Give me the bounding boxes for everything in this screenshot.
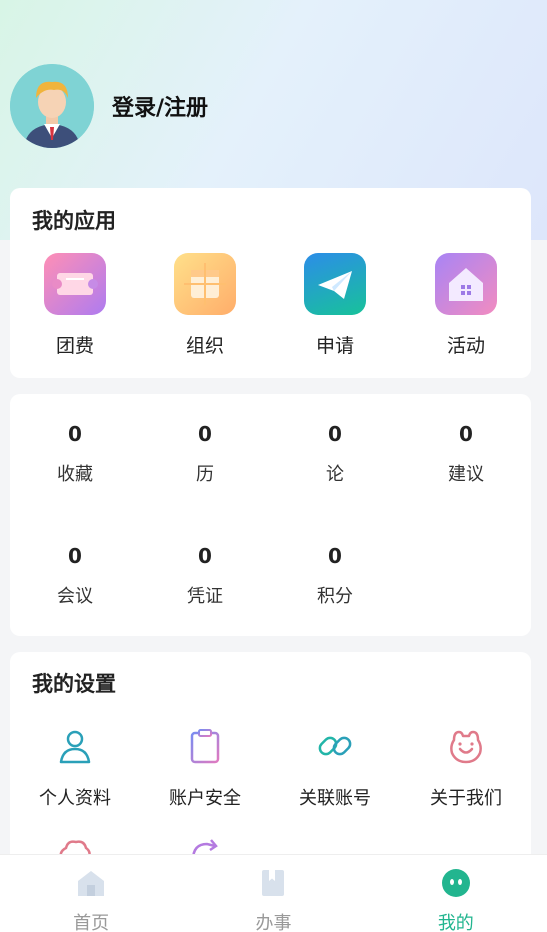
settings-label: 关于我们 xyxy=(430,788,502,809)
tab-home[interactable]: 首页 xyxy=(0,855,182,932)
bottom-tab-bar: 首页 办事 我的 xyxy=(0,854,547,932)
user-avatar-icon[interactable] xyxy=(10,64,94,148)
app-label: 团费 xyxy=(55,335,94,357)
stat-points[interactable]: 0 积分 xyxy=(270,544,400,608)
tab-label: 我的 xyxy=(437,913,474,932)
stat-label: 收藏 xyxy=(57,464,93,485)
settings-item-account-security[interactable]: 账户安全 xyxy=(140,726,270,810)
stat-label: 论 xyxy=(326,464,344,485)
stat-label: 建议 xyxy=(448,464,484,485)
stat-value: 0 xyxy=(68,422,82,446)
my-apps-card: 我的应用 团费 组织 申请 活动 xyxy=(10,188,531,378)
app-item-activity[interactable]: 活动 xyxy=(401,253,531,358)
app-label: 申请 xyxy=(315,335,354,357)
stat-history[interactable]: 0 历 xyxy=(140,422,270,486)
tab-label: 办事 xyxy=(255,913,292,932)
stat-value: 0 xyxy=(459,422,473,446)
settings-item-linked-accounts[interactable]: 关联账号 xyxy=(270,726,400,810)
settings-label: 账户安全 xyxy=(169,788,241,809)
my-settings-title: 我的设置 xyxy=(32,672,116,696)
settings-label: 关联账号 xyxy=(299,788,371,809)
stat-meetings[interactable]: 0 会议 xyxy=(10,544,140,608)
tab-mine[interactable]: 我的 xyxy=(365,855,547,932)
stat-label: 会议 xyxy=(57,586,93,607)
organization-icon xyxy=(174,253,236,315)
home-icon xyxy=(78,871,105,896)
tab-label: 首页 xyxy=(73,913,110,932)
app-item-organization[interactable]: 组织 xyxy=(140,253,270,358)
stat-value: 0 xyxy=(328,544,342,568)
profile-face-icon xyxy=(441,869,470,897)
app-item-team-fee[interactable]: 团费 xyxy=(10,253,140,358)
my-apps-title: 我的应用 xyxy=(32,209,116,233)
stat-label: 历 xyxy=(196,464,214,485)
paper-plane-icon xyxy=(304,253,366,315)
app-label: 组织 xyxy=(185,335,224,357)
stat-vouchers[interactable]: 0 凭证 xyxy=(140,544,270,608)
stat-value: 0 xyxy=(328,422,342,446)
settings-item-about-us[interactable]: 关于我们 xyxy=(401,726,531,810)
app-label: 活动 xyxy=(446,335,485,357)
stat-label: 积分 xyxy=(317,586,353,607)
bookmark-icon xyxy=(262,870,285,896)
stat-label: 凭证 xyxy=(187,586,223,607)
login-register-link[interactable]: 登录/注册 xyxy=(112,90,208,122)
stat-comments[interactable]: 0 论 xyxy=(270,422,400,486)
tab-services[interactable]: 办事 xyxy=(182,855,364,932)
stat-value: 0 xyxy=(198,422,212,446)
clipboard-icon xyxy=(190,729,220,764)
settings-label: 个人资料 xyxy=(39,788,111,809)
stat-favorites[interactable]: 0 收藏 xyxy=(10,422,140,486)
my-settings-card: 我的设置 个人资料 账户安全 关联账号 关于我们 xyxy=(10,652,531,882)
stats-card: 0 收藏 0 历 0 论 0 建议 0 会议 0 凭证 0 积分 xyxy=(10,394,531,636)
settings-item-profile[interactable]: 个人资料 xyxy=(10,726,140,810)
stat-suggestions[interactable]: 0 建议 xyxy=(401,422,531,486)
ticket-icon xyxy=(44,253,106,315)
person-icon xyxy=(59,730,91,764)
app-item-apply[interactable]: 申请 xyxy=(270,253,400,358)
stat-value: 0 xyxy=(68,544,82,568)
stat-value: 0 xyxy=(198,544,212,568)
link-icon xyxy=(318,736,352,756)
house-icon xyxy=(435,253,497,315)
smiley-icon xyxy=(450,730,482,764)
profile-header[interactable]: 登录/注册 xyxy=(10,64,208,148)
